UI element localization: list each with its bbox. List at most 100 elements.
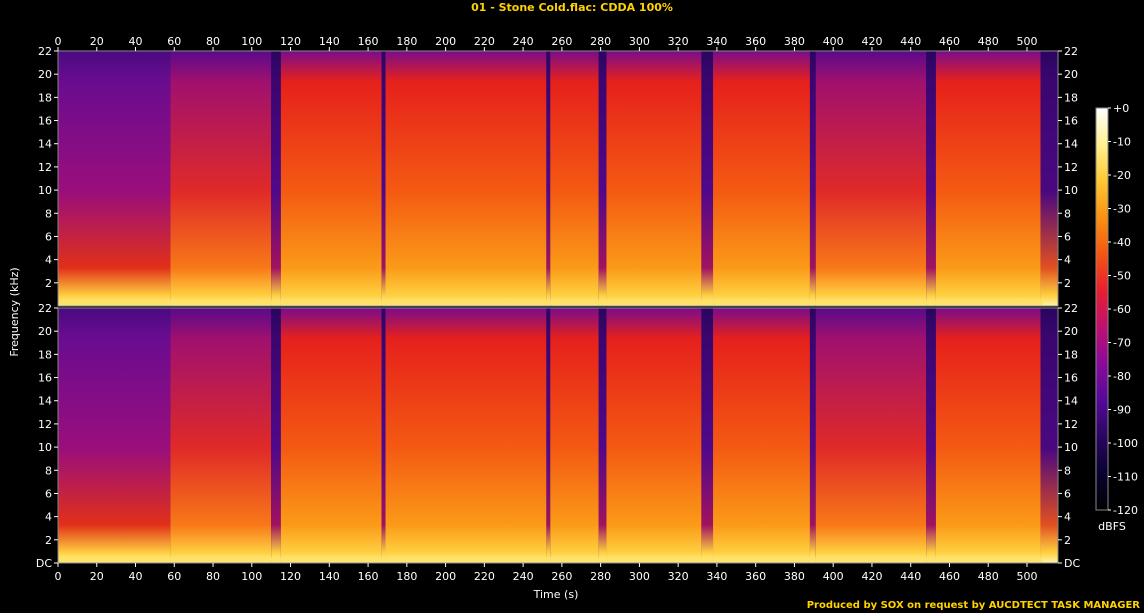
spectrogram-segment-9 [606, 308, 702, 563]
x-tick-label-top: 420 [861, 35, 882, 48]
y-tick-label-right: 8 [1064, 464, 1071, 477]
x-tick-label-top: 480 [978, 35, 999, 48]
spectrogram-segment-16 [1040, 308, 1058, 563]
spectrogram-segment-11 [713, 308, 810, 563]
colorbar-tick-label: -120 [1113, 504, 1138, 517]
x-tick-label-bottom: 480 [978, 570, 999, 583]
y-tick-label-left: 8 [45, 464, 52, 477]
y-tick-label-left: 16 [38, 372, 52, 385]
x-tick-label-bottom: 460 [939, 570, 960, 583]
y-tick-label-left: 10 [38, 184, 52, 197]
x-tick-label-top: 460 [939, 35, 960, 48]
x-tick-label-bottom: 420 [861, 570, 882, 583]
x-tick-label-top: 120 [280, 35, 301, 48]
spectrogram-segment-13 [815, 51, 927, 306]
x-tick-label-bottom: 60 [167, 570, 181, 583]
x-tick-label-bottom: 280 [590, 570, 611, 583]
y-tick-label-right: 22 [1064, 45, 1078, 58]
x-tick-label-top: 440 [900, 35, 921, 48]
colorbar-tick-label: -70 [1113, 337, 1131, 350]
y-tick-label-left: 4 [45, 511, 52, 524]
spectrogram-segment-7 [550, 308, 599, 563]
x-tick-label-bottom: 40 [129, 570, 143, 583]
y-tick-label-right: DC [1064, 557, 1080, 570]
y-tick-label-right: 2 [1064, 534, 1071, 547]
x-tick-label-bottom: 340 [706, 570, 727, 583]
spectrogram-segment-11 [713, 51, 810, 306]
y-tick-label-left: 18 [38, 348, 52, 361]
y-tick-label-left: 6 [45, 487, 52, 500]
colorbar-tick-label: -50 [1113, 270, 1131, 283]
y-tick-label-left: 18 [38, 91, 52, 104]
bass-band [58, 300, 1043, 305]
x-tick-label-bottom: 380 [784, 570, 805, 583]
y-tick-label-right: 6 [1064, 487, 1071, 500]
y-tick-label-left: 12 [38, 161, 52, 174]
y-tick-label-right: 14 [1064, 138, 1078, 151]
spectrogram-chart: 0 0 20 20 40 40 60 60 80 80 100 100 120 120 140 140 160 1… [8, 35, 1138, 601]
spectrogram-segment-9 [606, 51, 702, 306]
x-tick-label-top: 320 [668, 35, 689, 48]
x-tick-label-bottom: 100 [241, 570, 262, 583]
y-tick-label-left: 16 [38, 115, 52, 128]
y-tick-label-right: 16 [1064, 372, 1078, 385]
footer-credit: Produced by SOX on request by AUCDTECT T… [806, 600, 1140, 611]
x-tick-label-top: 160 [358, 35, 379, 48]
x-tick-label-bottom: 260 [551, 570, 572, 583]
spectrogram-left-channel [57, 50, 1059, 307]
spectrogram-segment-4 [381, 51, 386, 306]
spectrogram-segment-1 [170, 51, 272, 306]
colorbar-tick-label: -20 [1113, 169, 1131, 182]
y-tick-label-left: 2 [45, 277, 52, 290]
y-tick-label-left: 20 [38, 325, 52, 338]
x-tick-label-top: 200 [435, 35, 456, 48]
y-tick-label-right: 20 [1064, 68, 1078, 81]
spectrogram-segment-16 [1040, 51, 1058, 306]
x-tick-label-top: 400 [823, 35, 844, 48]
y-tick-label-right: 20 [1064, 325, 1078, 338]
y-tick-label-right: 18 [1064, 348, 1078, 361]
x-tick-label-bottom: 300 [629, 570, 650, 583]
x-tick-label-top: 100 [241, 35, 262, 48]
spectrogram-segment-15 [935, 308, 1041, 563]
x-tick-label-bottom: 120 [280, 570, 301, 583]
spectrogram-segment-12 [809, 308, 816, 563]
y-tick-label-right: 4 [1064, 511, 1071, 524]
x-tick-label-top: 140 [319, 35, 340, 48]
y-tick-label-left: 10 [38, 441, 52, 454]
colorbar-tick-label: -30 [1113, 203, 1131, 216]
x-tick-label-bottom: 360 [745, 570, 766, 583]
x-tick-label-top: 240 [513, 35, 534, 48]
colorbar-scale [1095, 107, 1109, 511]
spectrogram-right-channel [57, 307, 1059, 564]
y-tick-label-left: 20 [38, 68, 52, 81]
x-tick-label-bottom: 500 [1016, 570, 1037, 583]
y-tick-label-left: DC [36, 557, 52, 570]
spectrogram-segment-7 [550, 51, 599, 306]
x-tick-label-top: 20 [90, 35, 104, 48]
y-tick-label-left: 6 [45, 230, 52, 243]
colorbar-tick-label: -100 [1113, 437, 1138, 450]
y-tick-label-right: 10 [1064, 441, 1078, 454]
spectrogram-segment-1 [170, 308, 272, 563]
x-tick-label-top: 340 [706, 35, 727, 48]
y-tick-label-right: 2 [1064, 277, 1071, 290]
colorbar-tick-label: -40 [1113, 236, 1131, 249]
y-tick-label-right: 4 [1064, 254, 1071, 267]
x-axis-label: Time (s) [533, 588, 579, 601]
spectrogram-segment-0 [58, 51, 171, 306]
y-tick-label-right: 12 [1064, 161, 1078, 174]
y-tick-label-right: 8 [1064, 207, 1071, 220]
spectrogram-segment-2 [271, 308, 281, 563]
y-axis-label: Frequency (kHz) [8, 267, 21, 356]
spectrogram-segment-13 [815, 308, 927, 563]
bass-band [58, 557, 1043, 562]
y-tick-label-right: 14 [1064, 395, 1078, 408]
spectrogram-segment-14 [926, 51, 936, 306]
spectrogram-segment-8 [598, 308, 607, 563]
spectrogram-segment-5 [385, 51, 547, 306]
spectrogram-segment-10 [701, 51, 714, 306]
x-tick-label-top: 60 [167, 35, 181, 48]
x-tick-label-top: 80 [206, 35, 220, 48]
x-tick-label-top: 260 [551, 35, 572, 48]
